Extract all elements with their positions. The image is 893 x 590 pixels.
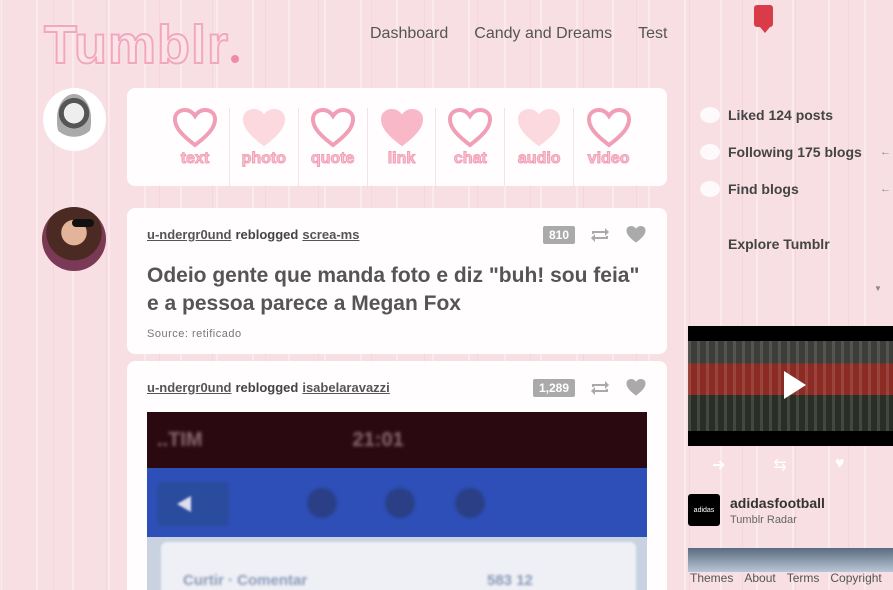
post-type-label: photo [241,150,286,168]
reblog-source-link[interactable]: isabelaravazzi [302,380,389,395]
sidebar-find-label: Find blogs [728,180,799,197]
heart-outline-icon [448,108,493,148]
radar-avatar[interactable]: adidas [688,494,720,526]
photo-card-actions-text: Curtir · Comentar [183,572,308,589]
top-nav: Dashboard Candy and Dreams Test [370,25,667,43]
post-source: Source: retificado [147,328,242,340]
post-author-link[interactable]: u-ndergr0und [147,227,232,242]
post-composer: text photo quote link chat audio video [127,88,667,186]
radar-video[interactable] [688,326,893,446]
radar-reblog-icon[interactable]: ⇆ [773,455,786,475]
radar-actions: ➜ ⇆ ♥ [712,455,844,475]
post-header: u-ndergr0und reblogged screa-ms 810 [147,225,647,244]
post-actions: 810 [542,225,647,244]
compass-icon [700,236,720,252]
post-type-link[interactable]: link [368,108,437,186]
post-author-link[interactable]: u-ndergr0und [147,380,232,395]
tumblr-logo[interactable]: Tumblr [43,14,239,76]
post-type-label: audio [517,150,561,168]
notification-icon[interactable] [754,5,773,33]
post-type-chat[interactable]: chat [436,108,506,186]
heart-outline-icon [172,108,217,148]
photo-back-arrow-icon [157,482,229,526]
post-type-label: link [387,150,416,168]
find-blogs-icon [700,180,720,197]
post-verb: reblogged [235,380,299,395]
heart-filled-icon [380,108,423,147]
right-sidebar: Liked 124 posts Following 175 blogs ← Fi… [700,96,893,262]
post-header: u-ndergr0und reblogged isabelaravazzi 1,… [147,378,647,397]
post-type-label: quote [310,150,355,168]
sidebar-following[interactable]: Following 175 blogs ← [700,133,893,170]
photo-status-bar: ..TIM 21:01 [147,412,647,468]
footer-about[interactable]: About [744,571,775,585]
post-type-label: video [587,150,630,168]
tumblr-radar: adidas adidasfootball Tumblr Radar [688,494,825,526]
photo-messages-icon [385,488,415,518]
heart-filled-icon [242,108,285,147]
arrow-left-icon: ← [880,182,891,195]
sidebar-explore-label: Explore Tumblr [728,235,830,252]
post-type-photo[interactable]: photo [230,108,299,186]
sidebar-explore[interactable]: Explore Tumblr [700,225,893,262]
photo-card-counts-text: 583 12 [487,572,533,589]
post-type-audio[interactable]: audio [505,108,575,186]
heart-icon [700,106,720,123]
photo-carrier-text: ..TIM [157,428,203,451]
radar-next-post [688,548,893,572]
photo-globe-icon [455,488,485,518]
post-photo[interactable]: ..TIM 21:01 Curtir · Comentar 583 12 [147,412,647,590]
sidebar-liked-label: Liked 124 posts [728,106,834,123]
like-heart-icon[interactable] [625,378,647,397]
post-type-label: chat [453,150,487,168]
reblog-source-link[interactable]: screa-ms [302,227,359,242]
radar-label: Tumblr Radar [730,513,797,526]
reblog-icon[interactable] [589,226,611,244]
play-icon[interactable] [784,371,806,399]
footer-themes[interactable]: Themes [690,571,733,585]
nav-test[interactable]: Test [638,25,667,43]
footer-terms[interactable]: Terms [787,571,820,585]
photo-friends-icon [307,488,337,518]
nav-candy-and-dreams[interactable]: Candy and Dreams [474,25,612,43]
logo-text: Tumblr [43,14,229,76]
post-type-label: text [180,150,210,168]
logo-dot [230,55,239,63]
following-icon [700,143,720,160]
radar-like-icon[interactable]: ♥ [835,455,845,475]
heart-filled-icon [518,108,561,147]
radar-blog-name[interactable]: adidasfootball [730,495,825,511]
heart-outline-icon [310,108,355,148]
post-actions: 1,289 [532,378,647,397]
blog-avatar[interactable] [43,88,106,151]
heart-outline-icon [586,108,631,148]
sidebar-find-blogs[interactable]: Find blogs ← [700,170,893,207]
reblog-icon[interactable] [589,379,611,397]
radar-share-icon[interactable]: ➜ [712,455,725,475]
post-author-avatar[interactable] [42,207,106,271]
photo-time-text: 21:01 [352,428,404,451]
like-heart-icon[interactable] [625,225,647,244]
sidebar-liked[interactable]: Liked 124 posts [700,96,893,133]
note-count[interactable]: 810 [542,225,575,244]
post-type-text[interactable]: text [161,108,230,186]
caret-down-icon[interactable]: ▼ [874,284,882,293]
footer-copyright[interactable]: Copyright [830,571,881,585]
post-card: u-ndergr0und reblogged screa-ms 810 Odei… [127,208,667,354]
note-count[interactable]: 1,289 [532,378,575,397]
post-title: Odeio gente que manda foto e diz "buh! s… [147,264,640,315]
post-type-quote[interactable]: quote [299,108,368,186]
arrow-left-icon: ← [880,145,891,158]
footer-links: Themes About Terms Copyright [690,571,882,585]
sidebar-following-label: Following 175 blogs [728,143,862,160]
post-type-video[interactable]: video [574,108,643,186]
post-verb: reblogged [235,227,299,242]
post-card: u-ndergr0und reblogged isabelaravazzi 1,… [127,361,667,590]
nav-dashboard[interactable]: Dashboard [370,25,448,43]
